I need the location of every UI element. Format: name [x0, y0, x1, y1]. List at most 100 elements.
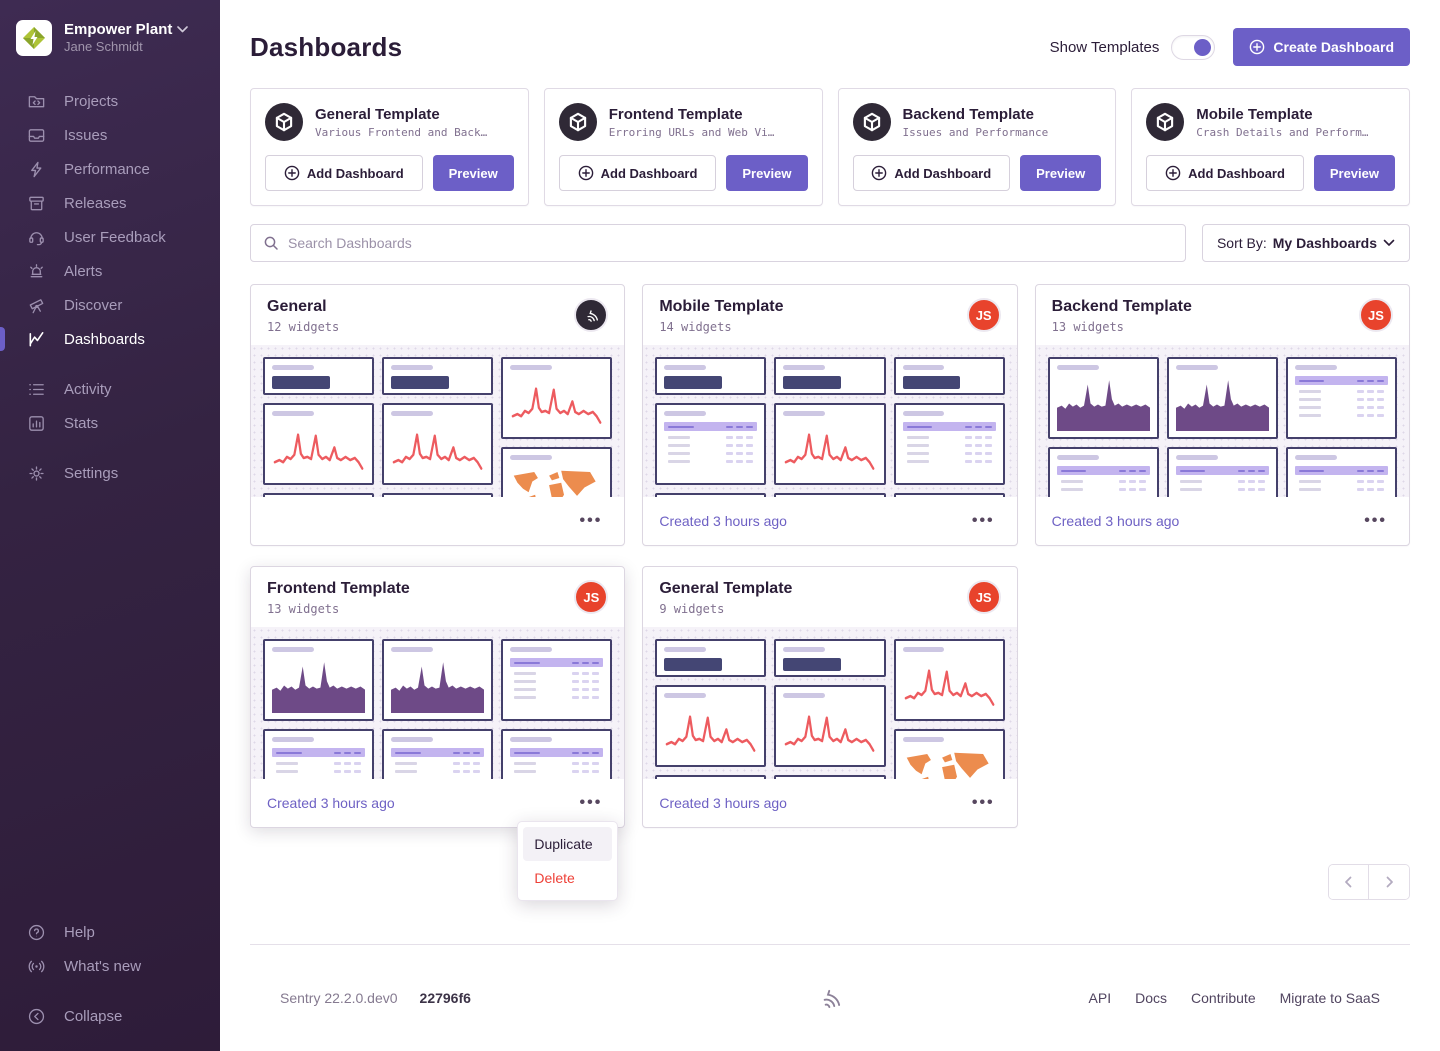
add-dashboard-button[interactable]: Add Dashboard: [1146, 155, 1304, 191]
sidebar-item-activity[interactable]: Activity: [0, 372, 220, 406]
sidebar-item-label: Help: [64, 924, 95, 941]
sidebar-item-settings[interactable]: Settings: [0, 456, 220, 490]
sidebar-item-what-s-new[interactable]: What's new: [0, 949, 220, 983]
mini-table-header: [903, 422, 996, 431]
mini-table-header: [1295, 466, 1388, 475]
add-dashboard-button[interactable]: Add Dashboard: [853, 155, 1011, 191]
card-context-menu-button[interactable]: •••: [966, 509, 1001, 533]
mini-line-chart: [783, 422, 876, 477]
mini-widget-title: [664, 693, 706, 698]
dashboard-card-footer: Created 3 hours ago •••: [1036, 497, 1409, 545]
mini-table-header: [391, 748, 484, 757]
releases-icon: [26, 193, 46, 213]
mini-table-widget: [655, 403, 766, 485]
dashboard-title: General Template: [659, 580, 792, 598]
context-menu-item-duplicate[interactable]: Duplicate: [523, 827, 612, 861]
mini-line-chart: [903, 658, 996, 713]
sidebar-item-projects[interactable]: Projects: [0, 84, 220, 118]
add-dashboard-button[interactable]: Add Dashboard: [265, 155, 423, 191]
sidebar-item-label: Stats: [64, 415, 98, 432]
card-context-menu-button[interactable]: •••: [574, 791, 609, 815]
mini-table-widget: [263, 729, 374, 779]
org-name: Empower Plant: [64, 21, 172, 40]
preview-button[interactable]: Preview: [1314, 155, 1395, 191]
mini-line-widget: [655, 685, 766, 767]
dashboard-widget-count: 14 widgets: [659, 320, 783, 334]
previous-page-button[interactable]: [1329, 865, 1369, 899]
mini-table-row: [510, 672, 603, 675]
sidebar-item-collapse[interactable]: Collapse: [0, 999, 220, 1033]
dashboard-card-mobile-template[interactable]: Mobile Template 14 widgetsJSCreated 3 ho…: [642, 284, 1017, 546]
preview-button[interactable]: Preview: [726, 155, 807, 191]
card-context-menu-button[interactable]: •••: [966, 791, 1001, 815]
mini-table-row: [272, 770, 365, 773]
footer-link-api[interactable]: API: [1089, 990, 1112, 1006]
mini-table-row: [272, 762, 365, 765]
toggle-knob: [1194, 39, 1211, 56]
mini-widget-title: [903, 647, 945, 652]
dashboard-preview: [1036, 345, 1409, 497]
created-timestamp: Created 3 hours ago: [659, 513, 787, 529]
sort-by-dropdown[interactable]: Sort By: My Dashboards: [1202, 224, 1410, 262]
sidebar-item-discover[interactable]: Discover: [0, 288, 220, 322]
footer-link-docs[interactable]: Docs: [1135, 990, 1167, 1006]
dashboard-card-general-template[interactable]: General Template 9 widgetsJSCreated 3 ho…: [642, 566, 1017, 828]
mini-table-row: [1295, 406, 1388, 409]
sidebar-item-performance[interactable]: Performance: [0, 152, 220, 186]
sidebar-item-alerts[interactable]: Alerts: [0, 254, 220, 288]
mini-bignumber-bar: [664, 658, 722, 671]
mini-bignumber-bar: [664, 376, 722, 389]
dashboard-card-footer: Created 3 hours ago •••: [643, 779, 1016, 827]
sidebar-item-user-feedback[interactable]: User Feedback: [0, 220, 220, 254]
page-title: Dashboards: [250, 32, 402, 63]
sidebar-item-label: Projects: [64, 93, 118, 110]
preview-button[interactable]: Preview: [433, 155, 514, 191]
sidebar-item-dashboards[interactable]: Dashboards: [0, 322, 220, 356]
footer-link-migrate-to-saas[interactable]: Migrate to SaaS: [1280, 990, 1380, 1006]
sidebar-item-help[interactable]: Help: [0, 915, 220, 949]
mini-area-widget: [1167, 357, 1278, 439]
preview-button[interactable]: Preview: [1020, 155, 1101, 191]
sentry-logo-icon: [815, 983, 845, 1013]
sidebar-item-issues[interactable]: Issues: [0, 118, 220, 152]
performance-icon: [26, 159, 46, 179]
mini-widget-title: [1295, 455, 1337, 460]
template-description: Crash Details and Perform…: [1196, 126, 1368, 139]
dashboard-card-footer: Created 3 hours ago •••: [643, 497, 1016, 545]
mini-line-chart: [391, 422, 484, 477]
sidebar-item-stats[interactable]: Stats: [0, 406, 220, 440]
footer-link-contribute[interactable]: Contribute: [1191, 990, 1256, 1006]
card-context-menu-button[interactable]: •••: [1358, 509, 1393, 533]
mini-widget-title: [664, 365, 706, 370]
show-templates-toggle[interactable]: [1171, 35, 1215, 60]
mini-table-row: [664, 436, 757, 439]
search-input[interactable]: [288, 235, 1173, 251]
mini-widget-title: [783, 365, 825, 370]
mini-line-chart: [272, 422, 365, 477]
preview-column: [894, 639, 1005, 767]
mini-table-row: [903, 436, 996, 439]
mini-widget-title: [664, 647, 706, 652]
sentry-logo-icon: [582, 306, 601, 325]
preview-column: [501, 357, 612, 485]
mini-widget-title: [272, 647, 314, 652]
mini-table-header: [272, 748, 365, 757]
create-dashboard-button[interactable]: Create Dashboard: [1233, 28, 1410, 66]
mini-table-row: [903, 460, 996, 463]
sidebar-item-releases[interactable]: Releases: [0, 186, 220, 220]
sort-value: My Dashboards: [1273, 235, 1377, 251]
settings-icon: [26, 463, 46, 483]
dashboard-card-backend-template[interactable]: Backend Template 13 widgetsJSCreated 3 h…: [1035, 284, 1410, 546]
org-logo: [16, 20, 52, 56]
mini-bignumber-widget: [774, 639, 885, 677]
add-dashboard-button[interactable]: Add Dashboard: [559, 155, 717, 191]
context-menu-item-delete[interactable]: Delete: [523, 861, 612, 895]
plus-circle-icon: [1249, 39, 1265, 55]
created-timestamp: Created 3 hours ago: [1052, 513, 1180, 529]
card-context-menu-button[interactable]: •••: [574, 509, 609, 533]
org-switcher[interactable]: Empower Plant Jane Schmidt: [0, 20, 220, 56]
next-page-button[interactable]: [1369, 865, 1409, 899]
dashboard-card-frontend-template[interactable]: Frontend Template 13 widgetsJSCreated 3 …: [250, 566, 625, 828]
dashboard-card-general[interactable]: General 12 widgets •••: [250, 284, 625, 546]
mini-line-widget: [774, 685, 885, 767]
